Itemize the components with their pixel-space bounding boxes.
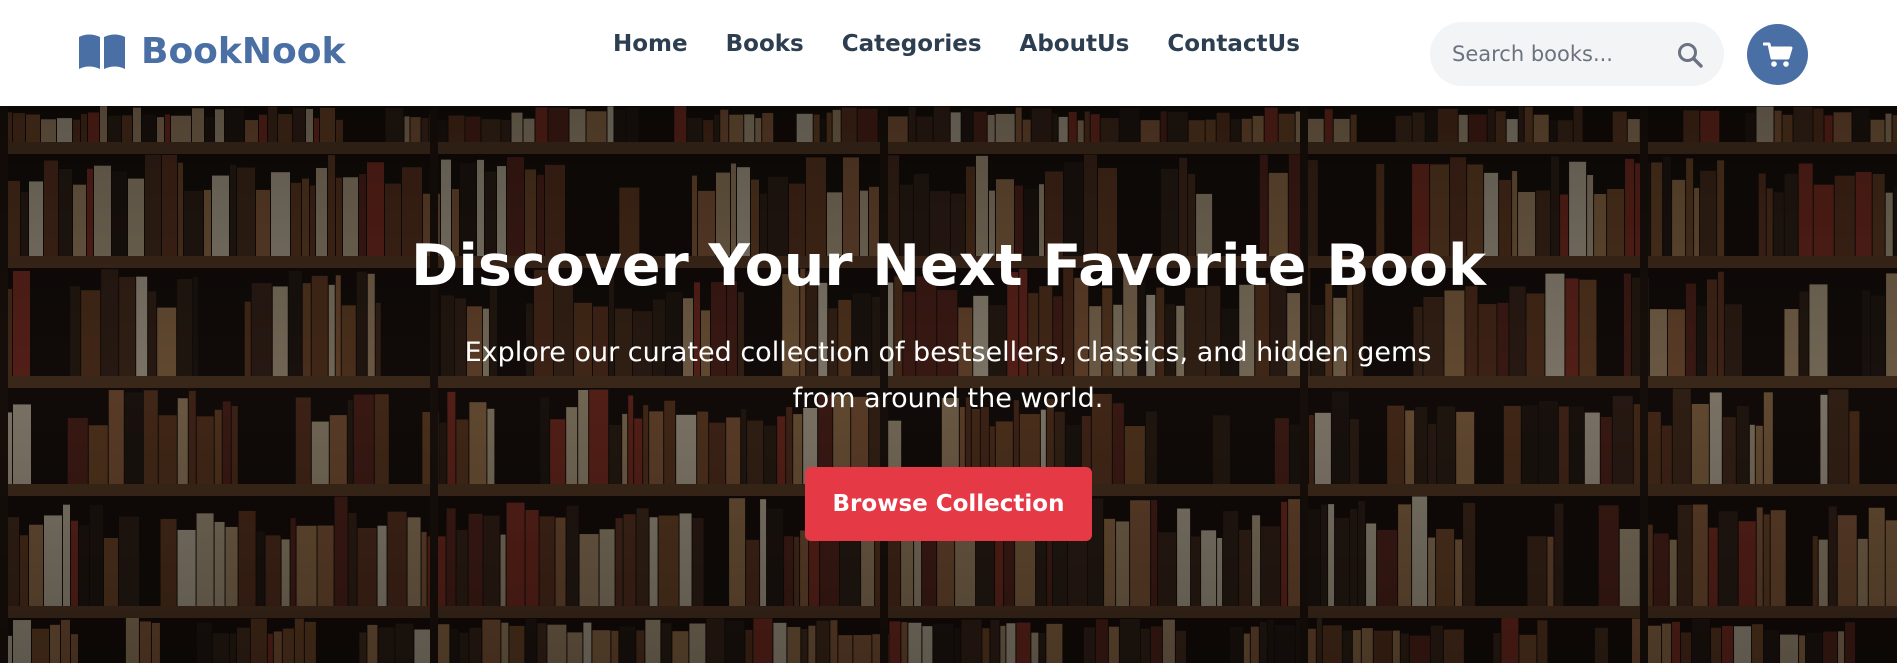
nav-link-home[interactable]: Home bbox=[613, 31, 688, 57]
nav-link-categories[interactable]: Categories bbox=[842, 31, 982, 57]
search-box bbox=[1430, 22, 1724, 86]
shopping-cart-icon bbox=[1762, 42, 1792, 67]
search-icon[interactable] bbox=[1676, 41, 1704, 69]
browse-collection-button[interactable]: Browse Collection bbox=[805, 467, 1092, 541]
brand-name: BookNook bbox=[141, 30, 346, 72]
nav-link-books[interactable]: Books bbox=[726, 31, 804, 57]
nav-link-about-us[interactable]: AboutUs bbox=[1020, 31, 1130, 57]
nav-link-contact-us[interactable]: ContactUs bbox=[1167, 31, 1300, 57]
hero-title: Discover Your Next Favorite Book bbox=[411, 233, 1486, 299]
book-open-icon bbox=[79, 34, 125, 69]
top-navbar: BookNook Home Books Categories AboutUs C… bbox=[0, 0, 1897, 106]
hero-subtitle: Explore our curated collection of bestse… bbox=[464, 337, 1432, 414]
hero-banner: Discover Your Next Favorite Book Explore… bbox=[0, 106, 1897, 663]
cart-button[interactable] bbox=[1747, 24, 1808, 85]
search-input[interactable] bbox=[1452, 34, 1672, 74]
main-nav: Home Books Categories AboutUs ContactUs bbox=[613, 26, 1300, 62]
brand-logo-link[interactable]: BookNook bbox=[77, 28, 345, 74]
